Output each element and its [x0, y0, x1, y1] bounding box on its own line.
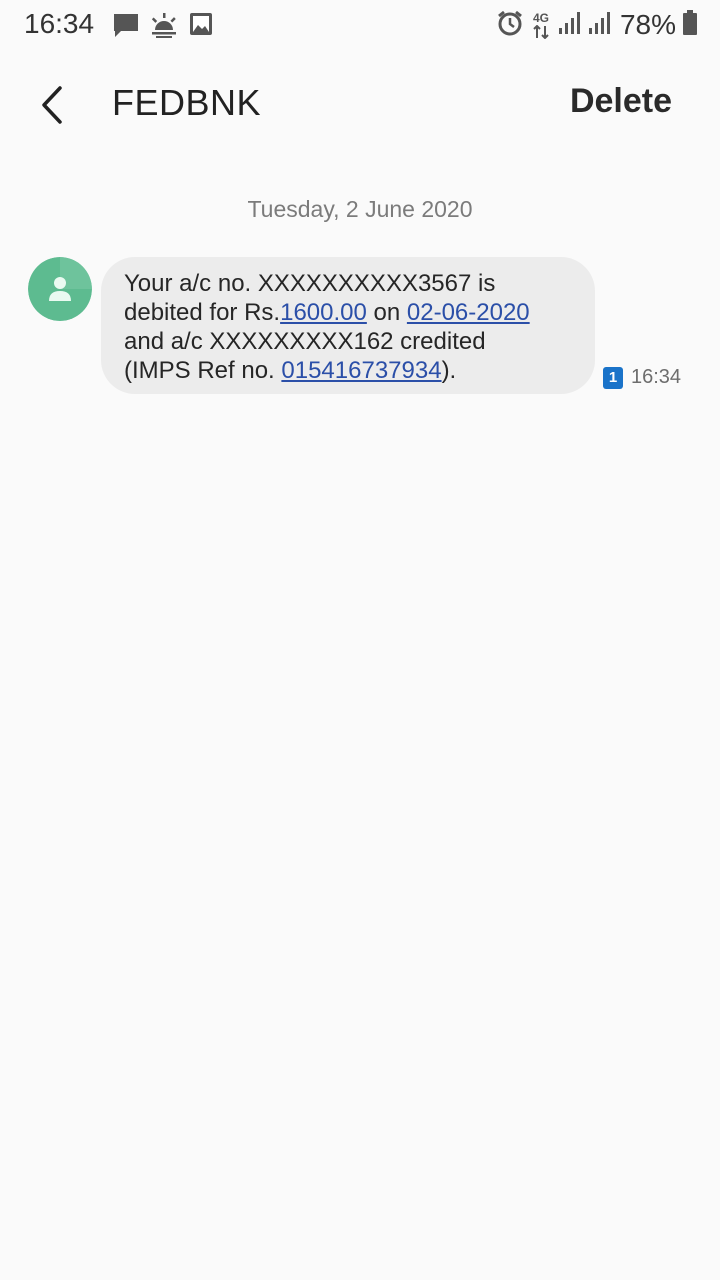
contact-person-icon — [28, 257, 92, 321]
status-right-group: 4G 78% — [496, 8, 698, 42]
back-button[interactable] — [28, 78, 76, 132]
reference-number-link[interactable]: 015416737934 — [281, 357, 441, 384]
message-line: debited for Rs.1600.00 on 02-06-2020 — [124, 299, 530, 326]
message-line: (IMPS Ref no. 015416737934). — [124, 357, 457, 384]
chat-notification-icon — [112, 12, 140, 45]
battery-percent: 78% — [619, 9, 676, 40]
message-meta: 1 16:34 — [603, 366, 681, 389]
status-bar: 16:34 4G 78% — [0, 0, 720, 50]
conversation-title: FEDBNK — [112, 82, 262, 123]
signal-icon — [588, 11, 612, 40]
date-link[interactable]: 02-06-2020 — [407, 299, 530, 326]
message-bubble[interactable]: Your a/c no. XXXXXXXXXX3567 is debited f… — [101, 257, 595, 394]
alarm-icon — [496, 9, 524, 42]
conversation-header: FEDBNK Delete — [0, 60, 720, 150]
message-time: 16:34 — [631, 366, 682, 388]
back-arrow-icon — [42, 86, 62, 124]
message-line: Your a/c no. XXXXXXXXXX3567 is — [124, 270, 496, 297]
battery-icon — [682, 9, 698, 41]
avatar[interactable] — [28, 257, 92, 321]
image-notification-icon — [189, 12, 213, 41]
amount-link[interactable]: 1600.00 — [280, 299, 367, 326]
weather-sunrise-icon — [150, 12, 178, 43]
network-4g-icon: 4G — [530, 11, 552, 39]
signal-icon — [558, 11, 582, 40]
status-time: 16:34 — [24, 8, 95, 39]
message-line: and a/c XXXXXXXXX162 credited — [124, 328, 486, 355]
date-divider: Tuesday, 2 June 2020 — [247, 196, 473, 222]
sim-slot-icon: 1 — [603, 366, 623, 389]
delete-button[interactable]: Delete — [570, 82, 672, 121]
